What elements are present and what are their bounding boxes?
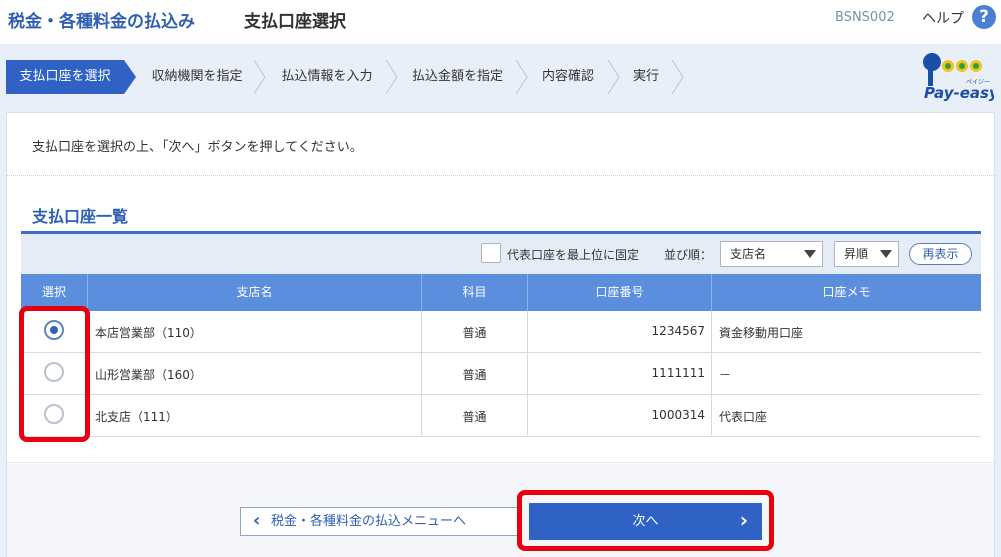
step-3: 払込情報を入力: [281, 69, 373, 84]
next-highlight-frame: [517, 490, 774, 551]
sort-label: 並び順：: [664, 248, 713, 262]
step-arrow: [608, 60, 620, 94]
column-divider: [527, 274, 528, 311]
service-title: 税金・各種料金の払込み: [8, 12, 195, 32]
column-branch: 支店名: [236, 285, 273, 299]
account-memo: 代表口座: [719, 410, 768, 424]
step-arrow: [516, 60, 528, 94]
branch-name: 山形営業部（160）: [95, 368, 202, 382]
account-type: 普通: [462, 368, 487, 382]
help-link[interactable]: ヘルプ: [922, 8, 964, 28]
payeasy-logo: ペイジー Pay-easy: [923, 53, 994, 102]
step-1: 支払口座を選択: [6, 60, 124, 94]
account-memo: －: [719, 368, 732, 382]
section-title: 支払口座一覧: [32, 207, 129, 226]
back-to-menu-button[interactable]: ‹ 税金・各種料金の払込メニューへ: [240, 507, 519, 536]
instruction-text: 支払口座を選択の上、「次へ」ボタンを押してください。: [32, 140, 363, 155]
branch-name: 北支店（111）: [95, 410, 178, 424]
chevron-down-icon: [804, 250, 816, 258]
chevron-down-icon: [880, 250, 892, 258]
step-arrow: [254, 60, 266, 94]
column-divider: [711, 274, 712, 311]
step-5: 内容確認: [541, 69, 594, 84]
divider: [7, 175, 994, 176]
sort-order-select[interactable]: 昇順: [834, 241, 899, 267]
column-divider: [421, 311, 422, 437]
svg-text:Pay-easy: Pay-easy: [924, 84, 994, 102]
step-6: 実行: [632, 69, 659, 84]
sort-order-value: 昇順: [844, 247, 869, 261]
account-memo: 資金移動用口座: [719, 326, 804, 340]
pin-primary-checkbox[interactable]: [481, 243, 501, 263]
column-type: 科目: [462, 285, 487, 299]
account-type: 普通: [462, 410, 487, 424]
step-2: 収納機関を指定: [151, 69, 243, 84]
account-number: 1234567: [651, 324, 705, 338]
account-number: 1000314: [651, 408, 705, 422]
column-memo: 口座メモ: [822, 285, 871, 299]
back-button-label: 税金・各種料金の払込メニューへ: [271, 514, 467, 529]
page-title: 支払口座選択: [244, 12, 346, 32]
column-divider: [87, 274, 88, 311]
help-icon[interactable]: ?: [972, 5, 996, 29]
account-number: 1111111: [651, 366, 705, 380]
step-arrow: [386, 60, 398, 94]
sort-field-select[interactable]: 支店名: [720, 241, 823, 267]
sort-field-value: 支店名: [730, 247, 767, 261]
pin-primary-label: 代表口座を最上位に固定: [507, 248, 640, 262]
column-divider: [527, 311, 528, 437]
account-type: 普通: [462, 326, 487, 340]
chevron-left-icon: ‹: [253, 510, 261, 531]
step-indicator: 支払口座を選択 収納機関を指定 払込情報を入力 払込金額を指定 内容確認 実行: [6, 60, 686, 94]
column-divider: [711, 311, 712, 437]
divider: [7, 462, 994, 463]
branch-name: 本店営業部（110）: [95, 326, 202, 340]
column-divider: [421, 274, 422, 311]
column-account-number: 口座番号: [595, 285, 644, 299]
step-arrow: [672, 60, 684, 94]
step-4: 払込金額を指定: [411, 69, 503, 84]
radio-highlight-frame: [19, 306, 90, 442]
refresh-button[interactable]: 再表示: [909, 243, 972, 265]
screen-code: BSNS002: [835, 10, 895, 25]
step-arrow-active: [124, 60, 136, 94]
